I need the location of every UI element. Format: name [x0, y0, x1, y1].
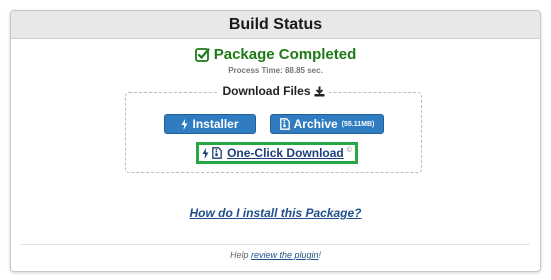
footer-suffix: !: [318, 250, 322, 260]
how-to-install-link[interactable]: How do I install this Package?: [189, 206, 361, 220]
installer-button[interactable]: Installer: [164, 114, 256, 134]
bolt-icon: [202, 147, 209, 159]
download-files-title: Download Files: [218, 84, 329, 98]
build-status-panel: Build Status Package Completed Process T…: [10, 10, 541, 272]
archive-size: (55.11MB): [341, 120, 375, 128]
footer-prefix: Help: [229, 250, 251, 260]
process-time: Process Time: 88.85 sec.: [228, 66, 323, 75]
download-files-label: Download Files: [222, 84, 311, 98]
one-click-download-link[interactable]: One-Click Download ©: [196, 142, 358, 164]
panel-title: Build Status: [228, 15, 323, 33]
archive-label: Archive: [293, 117, 338, 131]
download-icon: [314, 86, 324, 96]
copyright-icon: ©: [346, 146, 352, 154]
review-plugin-link[interactable]: review the plugin: [251, 250, 319, 260]
status-row: Package Completed: [11, 46, 540, 63]
download-files-title-row: Download Files: [126, 84, 421, 98]
one-click-download-label: One-Click Download: [227, 146, 344, 160]
how-to-install-row: How do I install this Package?: [11, 204, 540, 222]
bolt-icon: [181, 118, 188, 130]
footer-divider: [21, 244, 530, 245]
installer-label: Installer: [192, 117, 239, 131]
download-files-box: Download Files Installer Archive (55.11M…: [125, 84, 422, 173]
footer-help: Help review the plugin!: [11, 250, 540, 260]
file-archive-icon: [279, 118, 290, 130]
status-text: Package Completed: [213, 46, 357, 63]
check-square-icon: [194, 47, 210, 62]
archive-button[interactable]: Archive (55.11MB): [270, 114, 384, 134]
panel-header: Build Status: [11, 11, 540, 39]
file-archive-icon: [212, 147, 222, 159]
